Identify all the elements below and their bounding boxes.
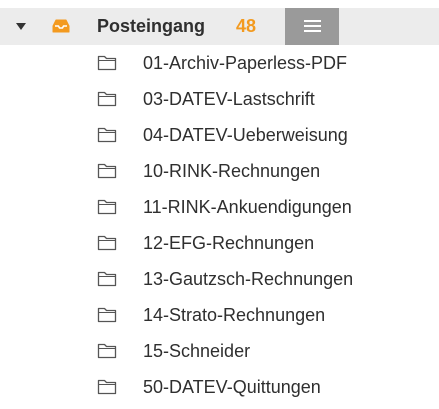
- folder-label: 15-Schneider: [143, 341, 251, 361]
- folder-icon: [97, 163, 117, 179]
- folder-label: 03-DATEV-Lastschrift: [143, 89, 315, 109]
- folder-label: 14-Strato-Rechnungen: [143, 305, 326, 325]
- folder-item[interactable]: 11-RINK-Ankuendigungen: [0, 189, 439, 225]
- folder-icon: [97, 235, 117, 251]
- folder-icon: [97, 307, 117, 323]
- folder-label: 13-Gautzsch-Rechnungen: [143, 269, 354, 289]
- folder-icon: [97, 199, 117, 215]
- folder-item[interactable]: 13-Gautzsch-Rechnungen: [0, 261, 439, 297]
- folder-icon: [97, 127, 117, 143]
- folder-icon: [97, 343, 117, 359]
- unread-count-badge: 48: [236, 16, 257, 36]
- folder-icon: [97, 55, 117, 71]
- folder-icon: [97, 91, 117, 107]
- inbox-header-row[interactable]: Posteingang 48: [0, 8, 439, 45]
- folder-label: 50-DATEV-Quittungen: [143, 377, 321, 397]
- folder-label: 10-RINK-Rechnungen: [143, 161, 321, 181]
- subfolder-list: 01-Archiv-Paperless-PDF 03-DATEV-Lastsch…: [0, 45, 439, 405]
- folder-label: 12-EFG-Rechnungen: [143, 233, 315, 253]
- folder-label: 11-RINK-Ankuendigungen: [143, 197, 352, 217]
- folder-item[interactable]: 50-DATEV-Quittungen: [0, 369, 439, 405]
- folder-label: 01-Archiv-Paperless-PDF: [143, 53, 348, 73]
- mailbox-folder-pane: Posteingang 48 01-Archiv-Paperless-PDF 0…: [0, 0, 439, 409]
- folder-icon: [97, 379, 117, 395]
- inbox-title[interactable]: Posteingang: [97, 15, 205, 37]
- folder-label: 04-DATEV-Ueberweisung: [143, 125, 348, 145]
- folder-item[interactable]: 15-Schneider: [0, 333, 439, 369]
- folder-item[interactable]: 14-Strato-Rechnungen: [0, 297, 439, 333]
- folder-item[interactable]: 10-RINK-Rechnungen: [0, 153, 439, 189]
- folder-item[interactable]: 03-DATEV-Lastschrift: [0, 81, 439, 117]
- folder-icon: [97, 271, 117, 287]
- folder-menu-button[interactable]: [285, 8, 339, 45]
- inbox-icon: [52, 19, 70, 33]
- folder-item[interactable]: 12-EFG-Rechnungen: [0, 225, 439, 261]
- caret-down-icon[interactable]: [16, 23, 26, 30]
- folder-item[interactable]: 01-Archiv-Paperless-PDF: [0, 45, 439, 81]
- folder-item[interactable]: 04-DATEV-Ueberweisung: [0, 117, 439, 153]
